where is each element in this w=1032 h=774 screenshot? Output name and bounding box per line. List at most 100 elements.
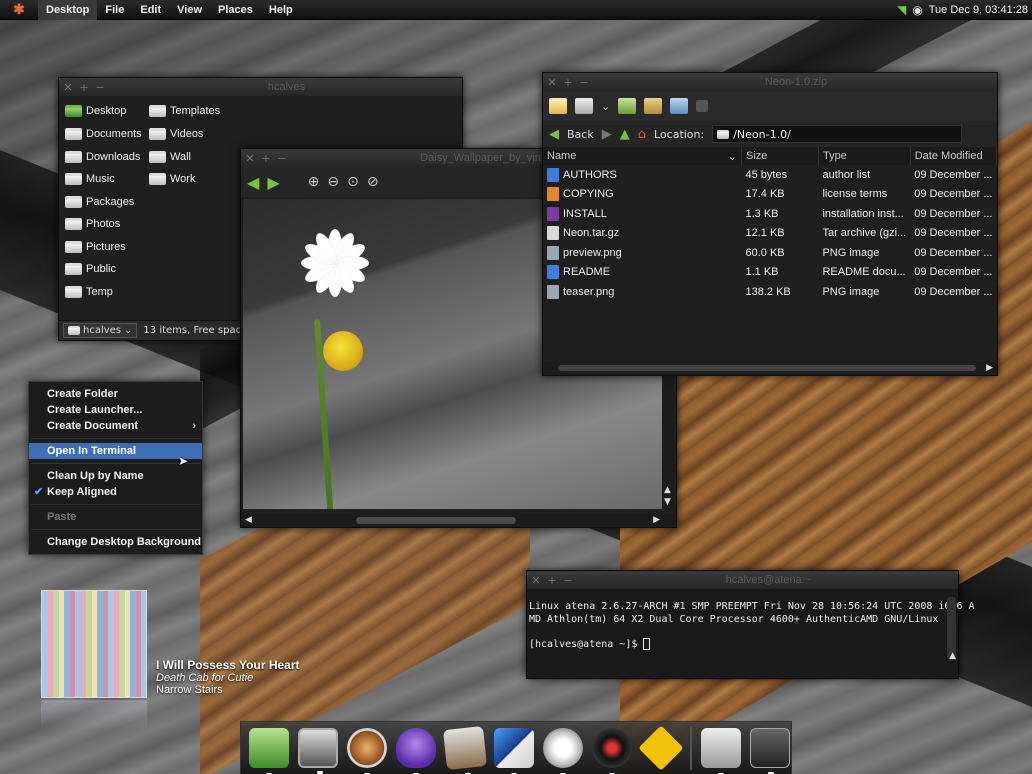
zoom-normal-icon[interactable]: ⊙ xyxy=(347,174,359,190)
terminal-dock-icon[interactable] xyxy=(298,728,338,774)
folder-wall[interactable]: Wall xyxy=(149,148,191,166)
media-player-dock-icon[interactable] xyxy=(592,728,632,774)
location-input[interactable]: /Neon-1.0/ xyxy=(712,125,963,143)
scroll-thumb[interactable] xyxy=(558,365,976,371)
photo-manager-dock-icon[interactable] xyxy=(443,726,487,774)
update-manager-dock-icon[interactable] xyxy=(638,725,684,771)
close-icon[interactable]: ✕ xyxy=(245,152,255,165)
next-arrow-icon[interactable]: ▶ xyxy=(267,173,279,192)
zoom-out-icon[interactable]: ⊖ xyxy=(327,174,339,190)
system-settings-dock-icon[interactable] xyxy=(494,728,534,774)
zoom-in-icon[interactable]: ⊕ xyxy=(308,174,320,190)
table-row[interactable]: INSTALL 1.3 KB installation inst... 09 Dece… xyxy=(543,204,997,224)
menu-view[interactable]: View xyxy=(169,0,210,20)
menu-item-create-launcher[interactable]: Create Launcher... xyxy=(29,402,202,418)
maximize-icon[interactable]: + xyxy=(79,81,89,94)
album-cover[interactable] xyxy=(41,590,147,698)
table-row[interactable]: COPYING 17.4 KB license terms 09 December .… xyxy=(543,185,997,205)
table-row[interactable]: AUTHORS 45 bytes author list 09 December ..… xyxy=(543,165,997,185)
minimize-icon[interactable]: − xyxy=(277,152,287,165)
image-viewer-dock-icon[interactable] xyxy=(249,728,289,774)
previous-arrow-icon[interactable]: ◀ xyxy=(247,173,259,192)
home-icon[interactable]: ⌂ xyxy=(638,127,646,142)
folder-temp[interactable]: Temp xyxy=(65,283,113,301)
scroll-up-icon[interactable]: ▲ xyxy=(949,651,956,661)
up-arrow-icon[interactable]: ▲ xyxy=(620,127,630,142)
folder-pictures[interactable]: Pictures xyxy=(65,238,126,256)
archive-window-titlebar[interactable]: ✕ + − Neon-1.0.zip xyxy=(543,73,997,91)
volume-icon[interactable]: ◉ xyxy=(912,3,922,17)
column-name[interactable]: Name ⌄ xyxy=(543,147,742,165)
archive-hscrollbar[interactable]: ▶ xyxy=(543,361,997,375)
home-folder-dock-icon[interactable] xyxy=(701,728,741,774)
menu-file[interactable]: File xyxy=(97,0,132,20)
terminal-scrollbar[interactable] xyxy=(947,597,956,659)
chevron-down-icon[interactable]: ⌄ xyxy=(601,100,610,113)
scroll-right-icon[interactable]: ▶ xyxy=(653,515,660,525)
messenger-dock-icon[interactable] xyxy=(396,728,436,774)
home-window-titlebar[interactable]: ✕ + − hcalves xyxy=(59,78,462,96)
scroll-left-icon[interactable]: ◀ xyxy=(245,515,252,525)
music-player-dock-icon[interactable] xyxy=(543,728,583,774)
menu-item-create-document[interactable]: Create Document › xyxy=(29,418,202,434)
folder-photos[interactable]: Photos xyxy=(65,215,120,233)
new-archive-icon[interactable] xyxy=(549,98,567,114)
table-row[interactable]: preview.png 60.0 KB PNG image 09 December .… xyxy=(543,243,997,263)
table-row[interactable]: Neon.tar.gz 12.1 KB Tar archive (gzi... 09 … xyxy=(543,224,997,244)
menu-desktop[interactable]: Desktop xyxy=(38,0,98,20)
web-browser-dock-icon[interactable] xyxy=(347,728,387,774)
archive-manager-dock-icon[interactable] xyxy=(750,728,790,774)
scroll-thumb[interactable] xyxy=(356,516,516,524)
add-folder-icon[interactable] xyxy=(670,98,689,114)
clock[interactable]: Tue Dec 9, 03:41:28 xyxy=(929,4,1028,16)
scroll-up-icon[interactable]: ▲ xyxy=(664,485,671,495)
minimize-icon[interactable]: − xyxy=(579,76,589,89)
maximize-icon[interactable]: + xyxy=(547,574,557,587)
close-icon[interactable]: ✕ xyxy=(547,76,557,89)
back-button[interactable]: Back xyxy=(567,128,594,141)
horizontal-scrollbar[interactable]: ◀ ▶ xyxy=(241,513,676,527)
folder-templates[interactable]: Templates xyxy=(149,102,220,120)
main-menu-logo-icon[interactable]: ✱ xyxy=(0,1,38,18)
menu-edit[interactable]: Edit xyxy=(132,0,169,20)
terminal-output[interactable]: Linux atena 2.6.27-ARCH #1 SMP PREEMPT F… xyxy=(527,589,975,652)
wifi-icon[interactable]: ◥ xyxy=(897,3,906,17)
folder-packages[interactable]: Packages xyxy=(65,193,134,211)
menu-item-keep-aligned[interactable]: ✔ Keep Aligned xyxy=(29,484,202,500)
extract-icon[interactable] xyxy=(618,98,637,114)
open-archive-icon[interactable] xyxy=(575,98,593,114)
menu-item-clean-up-by-name[interactable]: Clean Up by Name xyxy=(29,468,202,484)
scroll-down-icon[interactable]: ▼ xyxy=(664,497,671,507)
back-arrow-icon[interactable]: ◀ xyxy=(549,127,559,142)
folder-videos[interactable]: Videos xyxy=(149,125,203,143)
column-size[interactable]: Size xyxy=(741,147,819,165)
folder-public[interactable]: Public xyxy=(65,260,116,278)
menu-item-create-folder[interactable]: Create Folder xyxy=(29,386,202,402)
scroll-right-icon[interactable]: ▶ xyxy=(986,363,993,373)
close-icon[interactable]: ✕ xyxy=(63,81,73,94)
folder-documents[interactable]: Documents xyxy=(65,125,142,143)
folder-downloads[interactable]: Downloads xyxy=(65,148,140,166)
close-icon[interactable]: ✕ xyxy=(531,574,541,587)
maximize-icon[interactable]: + xyxy=(261,152,271,165)
menu-help[interactable]: Help xyxy=(261,0,301,20)
menu-places[interactable]: Places xyxy=(210,0,261,20)
column-date[interactable]: Date Modified xyxy=(910,147,998,165)
column-type[interactable]: Type xyxy=(818,147,911,165)
menu-item-paste[interactable]: Paste xyxy=(29,509,202,525)
add-files-icon[interactable] xyxy=(644,98,663,114)
table-row[interactable]: README 1.1 KB README docu... 09 December ..… xyxy=(543,263,997,283)
stop-icon[interactable] xyxy=(696,100,709,112)
menu-item-change-background[interactable]: Change Desktop Background xyxy=(29,534,202,550)
menu-item-open-in-terminal[interactable]: Open In Terminal xyxy=(29,443,202,459)
minimize-icon[interactable]: − xyxy=(95,81,105,94)
maximize-icon[interactable]: + xyxy=(563,76,573,89)
table-row[interactable]: teaser.png 138.2 KB PNG image 09 December .… xyxy=(543,282,997,302)
folder-music[interactable]: Music xyxy=(65,170,115,188)
location-combo[interactable]: hcalves ⌄ xyxy=(63,323,138,338)
minimize-icon[interactable]: − xyxy=(563,574,573,587)
folder-work[interactable]: Work xyxy=(149,170,195,188)
zoom-fit-icon[interactable]: ⊘ xyxy=(367,174,379,190)
forward-arrow-icon[interactable]: ▶ xyxy=(602,127,612,142)
terminal-titlebar[interactable]: ✕ + − hcalves@atena:~ xyxy=(527,571,958,589)
